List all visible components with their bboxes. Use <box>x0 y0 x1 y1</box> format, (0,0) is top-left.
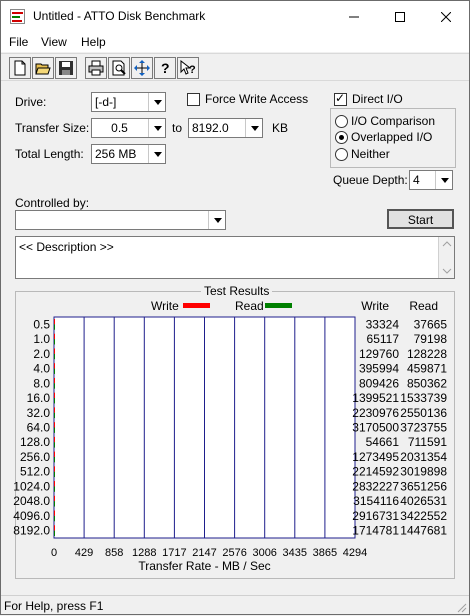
x-tick-label: 2147 <box>192 547 216 559</box>
write-value: 2230976 <box>352 406 399 420</box>
read-bar <box>54 398 55 404</box>
write-value: 1273495 <box>352 450 399 464</box>
write-value: 3170500 <box>352 421 399 435</box>
block-size-label: 4096.0 <box>13 509 50 523</box>
read-value: 1533739 <box>400 391 447 405</box>
x-tick-label: 1717 <box>162 547 186 559</box>
read-bar <box>54 324 55 330</box>
block-size-label: 512.0 <box>20 465 50 479</box>
read-value: 3019898 <box>400 465 447 479</box>
read-bar <box>54 501 55 507</box>
read-value: 711591 <box>408 435 447 449</box>
block-size-label: 4.0 <box>33 362 50 376</box>
read-bar <box>54 530 55 536</box>
read-bar <box>54 339 55 345</box>
read-value: 4026531 <box>400 494 447 508</box>
read-value: 37665 <box>414 317 448 331</box>
write-bar <box>54 319 55 325</box>
block-size-label: 32.0 <box>27 406 51 420</box>
block-size-label: 2.0 <box>33 347 50 361</box>
write-bar <box>54 466 55 472</box>
read-bar <box>54 486 55 492</box>
write-bar <box>54 436 55 443</box>
block-size-label: 64.0 <box>27 421 51 435</box>
block-size-label: 1.0 <box>33 332 50 346</box>
write-value: 2916731 <box>352 509 399 523</box>
block-size-label: 8192.0 <box>13 524 50 538</box>
write-value: 1399521 <box>352 391 399 405</box>
read-bar <box>54 368 55 374</box>
write-value: 65117 <box>367 332 400 346</box>
x-tick-label: 429 <box>75 547 93 559</box>
read-bar <box>54 412 55 419</box>
app-window: Untitled - ATTO Disk Benchmark File View… <box>0 0 470 615</box>
write-value: 3154116 <box>353 494 399 508</box>
read-value: 128228 <box>407 347 447 361</box>
write-bar <box>54 481 55 487</box>
write-bar <box>54 510 55 516</box>
write-value: 2214592 <box>352 465 399 479</box>
x-tick-label: 1288 <box>132 547 156 559</box>
x-tick-label: 2576 <box>222 547 246 559</box>
results-chart: 0 429 858 1288 1717 2147 2576 3006 3435 3865 4294 T… <box>13 299 448 573</box>
block-size-label: 16.0 <box>27 391 51 405</box>
legend-write-swatch <box>183 303 210 308</box>
block-size-label: 128.0 <box>20 435 50 449</box>
write-value: 395994 <box>359 362 399 376</box>
x-tick-label: 3435 <box>283 547 307 559</box>
write-bar <box>54 377 55 384</box>
write-value: 33324 <box>366 317 400 331</box>
x-tick-label: 858 <box>105 547 123 559</box>
read-bar <box>54 427 55 433</box>
read-value: 3651256 <box>400 479 447 493</box>
read-column-header: Read <box>409 299 438 313</box>
read-value: 1447681 <box>400 524 447 538</box>
write-bar <box>54 495 55 502</box>
write-value: 54661 <box>366 435 400 449</box>
x-tick-label: 3865 <box>313 547 337 559</box>
status-text: For Help, press F1 <box>4 599 104 613</box>
block-size-label: 8.0 <box>33 376 50 390</box>
read-bar <box>54 456 55 463</box>
read-value: 2031354 <box>400 450 447 464</box>
read-bar <box>54 353 55 360</box>
write-bar <box>54 422 55 428</box>
read-value: 79198 <box>414 332 448 346</box>
status-bar: For Help, press F1 <box>1 595 469 615</box>
write-bar <box>54 407 55 413</box>
write-column-header: Write <box>361 299 389 313</box>
write-bar <box>54 363 55 369</box>
write-bar <box>54 348 55 354</box>
x-tick-label: 4294 <box>343 547 367 559</box>
block-size-label: 0.5 <box>33 317 50 331</box>
x-axis-label: Transfer Rate - MB / Sec <box>138 559 270 573</box>
block-size-label: 1024.0 <box>13 479 50 493</box>
x-tick-label: 0 <box>51 547 57 559</box>
resize-grip-icon[interactable] <box>455 601 467 613</box>
block-size-label: 256.0 <box>20 450 50 464</box>
read-value: 850362 <box>407 376 447 390</box>
write-value: 129760 <box>359 347 399 361</box>
read-value: 3422552 <box>400 509 447 523</box>
write-bar <box>54 525 55 531</box>
write-value: 1714781 <box>352 524 399 538</box>
block-size-label: 2048.0 <box>13 494 50 508</box>
x-tick-label: 3006 <box>252 547 276 559</box>
write-bar <box>54 451 55 457</box>
write-value: 809426 <box>359 376 399 390</box>
write-bar <box>54 333 55 340</box>
read-value: 459871 <box>407 362 447 376</box>
read-bar <box>54 383 55 389</box>
write-value: 2832227 <box>352 479 399 493</box>
read-value: 2550136 <box>400 406 447 420</box>
legend-read-swatch <box>265 303 292 308</box>
legend-write-label: Write <box>151 299 179 313</box>
write-bar <box>54 392 55 399</box>
read-bar <box>54 515 55 522</box>
legend-read-label: Read <box>235 299 264 313</box>
read-bar <box>54 442 55 448</box>
read-bar <box>54 471 55 478</box>
read-value: 3723755 <box>400 421 447 435</box>
